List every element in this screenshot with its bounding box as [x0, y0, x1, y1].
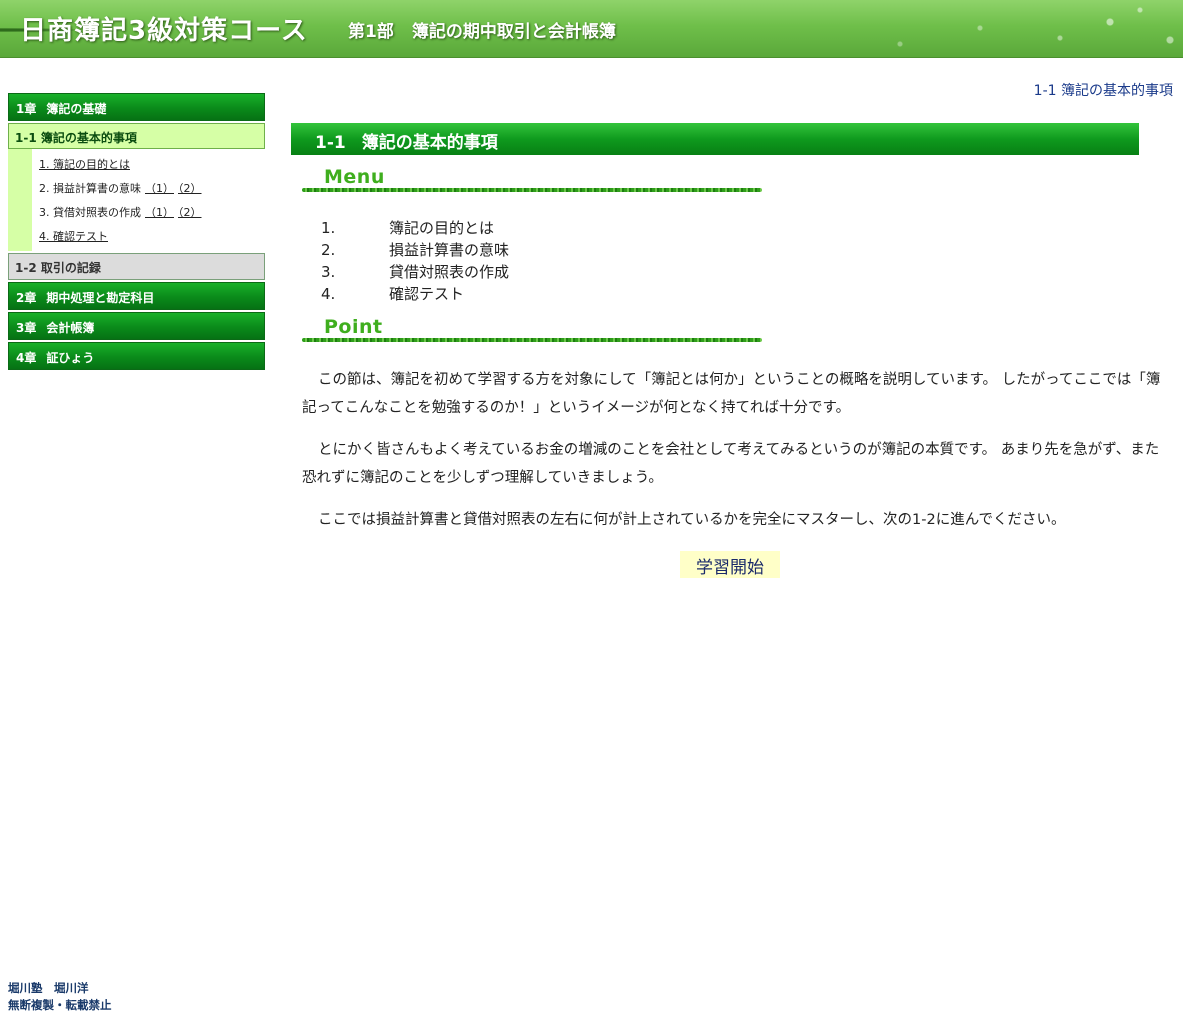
footer: 堀川塾 堀川洋 無断複製・転載禁止: [8, 980, 112, 1014]
body-paragraph: ここでは損益計算書と貸借対照表の左右に何が計上されているかを完全にマスターし、次…: [318, 512, 1066, 528]
sidebar-chapter-1[interactable]: 1章 簿記の基礎: [8, 93, 265, 121]
sidebar-subitem-1: 1. 簿記の目的とは: [39, 153, 265, 177]
page-title: 1-1 簿記の基本的事項: [291, 123, 1139, 155]
footer-author: 堀川塾 堀川洋: [8, 981, 89, 995]
list-item: 3. 貸借対照表の作成: [321, 261, 721, 283]
part-name: 簿記の期中取引と会計帳簿: [411, 22, 616, 42]
list-item-label: 貸借対照表の作成: [389, 263, 510, 281]
list-item: 4. 確認テスト: [321, 283, 721, 305]
start-learning-button[interactable]: 学習開始: [680, 551, 780, 578]
sidebar-section-1-2[interactable]: 1-2 取引の記録: [8, 253, 265, 280]
sidebar-subitem-4: 4. 確認テスト: [39, 225, 265, 249]
sidebar-subitem-3: 3. 貸借対照表の作成 （1） （2）: [39, 201, 265, 225]
point-label-text: Point: [324, 316, 383, 338]
chapter-number: 3章: [16, 321, 37, 335]
list-item: 2. 損益計算書の意味: [321, 239, 721, 261]
body-paragraph: この節は、簿記を初めて学習する方を対象にして「簿記とは何か」ということの概略を説…: [302, 372, 1161, 416]
list-item-label: 確認テスト: [389, 285, 465, 303]
list-item-label: 簿記の目的とは: [389, 219, 495, 237]
list-item-number: 3.: [321, 263, 336, 281]
site-title: 日商簿記3級対策コース: [20, 16, 308, 46]
chapter-label: 簿記の基礎: [46, 102, 107, 116]
list-item-number: 1.: [321, 219, 336, 237]
chapter-label: 証ひょう: [46, 351, 95, 365]
sidebar-chapter-3[interactable]: 3章 会計帳簿: [8, 312, 265, 340]
sidebar-chapter-2[interactable]: 2章 期中処理と勘定科目: [8, 282, 265, 310]
subitem-link-bs-part2[interactable]: （2）: [178, 206, 202, 219]
list-item-number: 2.: [321, 241, 336, 259]
chapter-number: 4章: [16, 351, 37, 365]
footer-copyright: 無断複製・転載禁止: [8, 998, 112, 1012]
part-title: 第1部 簿記の期中取引と会計帳簿: [348, 17, 616, 42]
menu-list: 1. 簿記の目的とは 2. 損益計算書の意味 3. 貸借対照表の作成 4. 確認テスト: [321, 217, 721, 305]
subitem-link-pl-part2[interactable]: （2）: [178, 182, 202, 195]
part-number: 第1部: [348, 22, 394, 42]
list-item-number: 4.: [321, 285, 336, 303]
point-body: この節は、簿記を初めて学習する方を対象にして「簿記とは何か」ということの概略を説…: [302, 366, 1162, 548]
subitem-link-test[interactable]: 4. 確認テスト: [39, 230, 108, 243]
body-paragraph: とにかく皆さんもよく考えているお金の増減のことを会社として考えてみるというのが簿…: [302, 442, 1160, 486]
chapter-number: 2章: [16, 291, 37, 305]
list-item: 1. 簿記の目的とは: [321, 217, 721, 239]
chapter-label: 期中処理と勘定科目: [46, 291, 155, 305]
sidebar-subitem-2: 2. 損益計算書の意味 （1） （2）: [39, 177, 265, 201]
menu-section-label: Menu: [302, 166, 764, 194]
subitem-link-pl-part1[interactable]: （1）: [145, 182, 174, 195]
grass-divider: [302, 338, 762, 342]
subitem-label-bs: 3. 貸借対照表の作成: [39, 206, 141, 219]
page-title-text: 簿記の基本的事項: [361, 133, 498, 153]
sidebar-chapter-4[interactable]: 4章 証ひょう: [8, 342, 265, 370]
sidebar-section-1-1[interactable]: 1-1 簿記の基本的事項: [8, 123, 265, 149]
sidebar-subitems: 1. 簿記の目的とは 2. 損益計算書の意味 （1） （2） 3. 貸借対照表の作成…: [8, 149, 265, 251]
list-item-label: 損益計算書の意味: [389, 241, 510, 259]
subitem-link-bs-part1[interactable]: （1）: [145, 206, 174, 219]
page-title-number: 1-1: [315, 133, 346, 153]
subitem-label-pl: 2. 損益計算書の意味: [39, 182, 141, 195]
header-banner: 日商簿記3級対策コース 第1部 簿記の期中取引と会計帳簿: [0, 0, 1183, 58]
sidebar-nav: 1章 簿記の基礎 1-1 簿記の基本的事項 1. 簿記の目的とは 2. 損益計算書…: [8, 93, 265, 372]
breadcrumb: 1-1 簿記の基本的事項: [1033, 83, 1173, 99]
chapter-label: 会計帳簿: [46, 321, 95, 335]
chapter-number: 1章: [16, 102, 37, 116]
subitem-link-purpose[interactable]: 1. 簿記の目的とは: [39, 158, 130, 171]
menu-label-text: Menu: [324, 166, 385, 188]
grass-divider: [302, 188, 762, 192]
point-section-label: Point: [302, 316, 764, 344]
